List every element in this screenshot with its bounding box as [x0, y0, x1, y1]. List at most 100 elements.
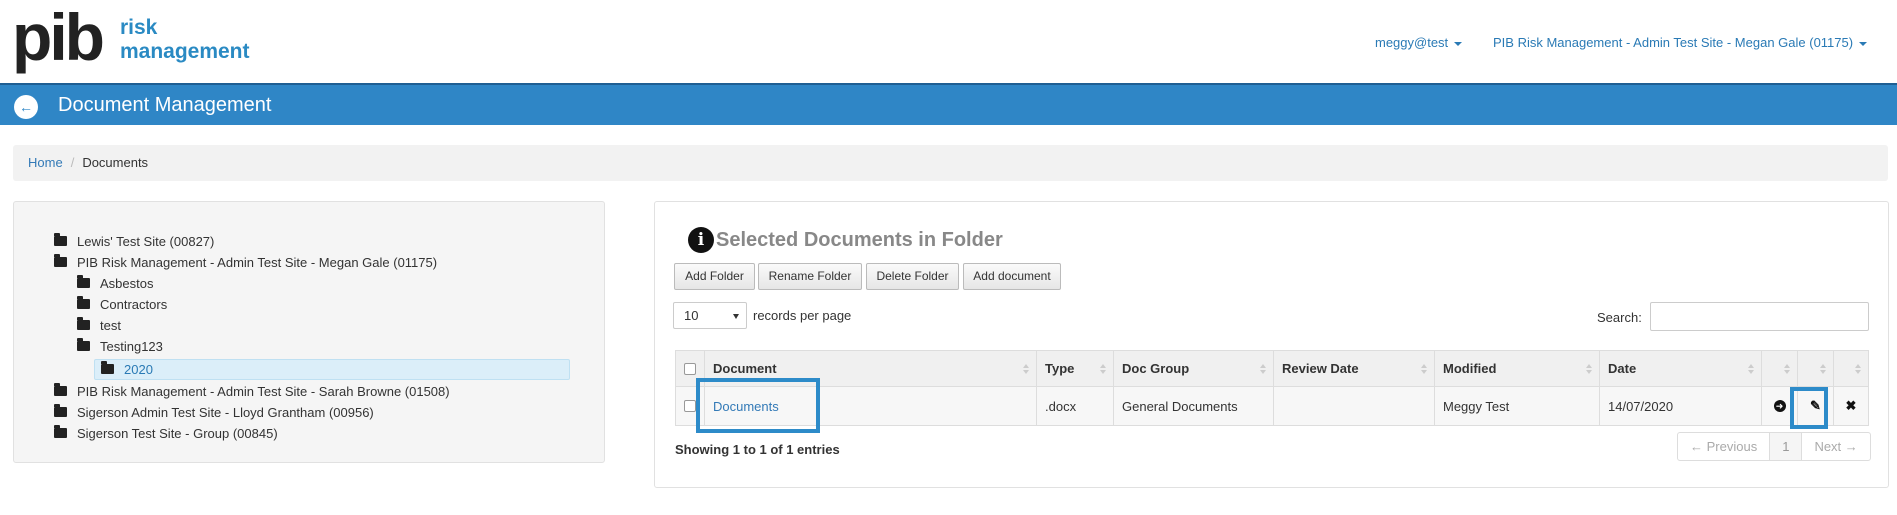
col-label: Doc Group [1122, 361, 1190, 376]
col-review-date[interactable]: Review Date [1274, 351, 1435, 386]
table-info: Showing 1 to 1 of 1 entries [675, 442, 840, 457]
breadcrumb-current: Documents [82, 155, 149, 170]
next-page-button[interactable]: Next → [1802, 433, 1869, 460]
cell-delete: ✖ [1834, 387, 1868, 425]
rename-folder-button[interactable]: Rename Folder [758, 263, 862, 290]
page-title: Document Management [58, 94, 272, 116]
panel-heading: i Selected Documents in Folder [688, 227, 1003, 253]
records-per-page-value: 10 [684, 308, 699, 323]
logo-line-1: risk [119, 16, 158, 39]
sort-icon [1421, 364, 1428, 375]
tree-item[interactable]: Asbestos [77, 274, 153, 292]
title-bar: ← Document Management [0, 83, 1897, 125]
download-arrow-icon[interactable]: ➜ [1773, 400, 1786, 412]
user-dropdown[interactable]: meggy@test [1375, 35, 1463, 50]
cell-type: .docx [1037, 387, 1114, 425]
col-date[interactable]: Date [1600, 351, 1762, 386]
sort-icon [1855, 364, 1862, 375]
tree-item[interactable]: Sigerson Admin Test Site - Lloyd Grantha… [54, 403, 374, 421]
tree-item[interactable]: Testing123 [77, 337, 163, 355]
folder-icon [77, 296, 90, 309]
logo-mark: pib [12, 0, 105, 74]
table-header-row: Document Type Doc Group Review Date Modi… [675, 350, 1869, 387]
page-1-button[interactable]: 1 [1770, 433, 1803, 460]
col-label: Document [713, 361, 777, 376]
cell-review-date [1274, 387, 1435, 425]
tree-item[interactable]: test [77, 316, 121, 334]
tree-item-label: PIB Risk Management - Admin Test Site - … [77, 383, 450, 399]
tree-item-label: Sigerson Admin Test Site - Lloyd Grantha… [77, 404, 374, 420]
sort-icon [1023, 364, 1030, 375]
add-document-button[interactable]: Add document [963, 263, 1061, 290]
dropdown-arrow-icon [733, 314, 739, 319]
folder-icon [77, 275, 90, 288]
breadcrumb-home[interactable]: Home [28, 155, 63, 170]
tree-item-label: Testing123 [100, 338, 163, 354]
top-header: pib risk management meggy@test PIB Risk … [0, 0, 1897, 83]
user-label: meggy@test [1375, 35, 1449, 50]
edit-highlight-box [1790, 387, 1828, 429]
tree-item-label: Asbestos [100, 275, 154, 291]
row-checkbox[interactable] [684, 400, 696, 412]
document-highlight-box [696, 378, 820, 433]
tree-selection-highlight [94, 359, 570, 380]
logo-line-2: management [119, 40, 250, 63]
site-label: PIB Risk Management - Admin Test Site - … [1493, 35, 1854, 50]
search-input[interactable] [1650, 302, 1869, 331]
tree-item-selected[interactable]: 2020 [101, 360, 153, 378]
table-row: Documents .docx General Documents Meggy … [675, 387, 1869, 426]
col-label: Type [1045, 361, 1075, 376]
tree-item[interactable]: Contractors [77, 295, 167, 313]
logo-text: risk management [120, 16, 250, 64]
tree-item-label: Sigerson Test Site - Group (00845) [77, 425, 278, 441]
col-action-3[interactable] [1834, 351, 1868, 386]
cell-date: 14/07/2020 [1600, 387, 1762, 425]
col-modified[interactable]: Modified [1435, 351, 1600, 386]
col-action-1[interactable] [1762, 351, 1798, 386]
col-label: Date [1608, 361, 1637, 376]
folder-icon [77, 317, 90, 330]
close-delete-icon[interactable]: ✖ [1846, 398, 1857, 414]
tree-item-label: PIB Risk Management - Admin Test Site - … [77, 254, 438, 270]
caret-down-icon [1859, 41, 1868, 46]
panel-title: Selected Documents in Folder [716, 228, 1003, 251]
col-label: Review Date [1282, 361, 1359, 376]
pagination: ← Previous 1 Next → [1677, 432, 1871, 461]
tree-item[interactable]: PIB Risk Management - Admin Test Site - … [54, 253, 437, 271]
previous-page-button[interactable]: ← Previous [1678, 433, 1771, 460]
folder-icon [101, 361, 114, 374]
tree-item[interactable]: PIB Risk Management - Admin Test Site - … [54, 382, 450, 400]
sort-icon [1100, 364, 1107, 375]
caret-down-icon [1454, 41, 1463, 46]
folder-icon [54, 404, 67, 417]
sort-icon [1586, 364, 1593, 375]
delete-folder-button[interactable]: Delete Folder [866, 263, 959, 290]
records-per-page-label: records per page [753, 308, 852, 323]
tree-item[interactable]: Lewis' Test Site (00827) [54, 232, 214, 250]
info-icon: i [688, 227, 714, 253]
select-all-checkbox[interactable] [684, 362, 696, 375]
search-label: Search: [1597, 310, 1642, 325]
cell-modified: Meggy Test [1435, 387, 1600, 425]
back-arrow-icon[interactable]: ← [14, 95, 38, 119]
tree-item[interactable]: Sigerson Test Site - Group (00845) [54, 424, 278, 442]
folder-icon [54, 425, 67, 438]
col-type[interactable]: Type [1037, 351, 1114, 386]
tree-item-label: Contractors [100, 296, 168, 312]
tree-item-label: test [100, 317, 121, 333]
col-doc-group[interactable]: Doc Group [1114, 351, 1274, 386]
site-dropdown[interactable]: PIB Risk Management - Admin Test Site - … [1493, 35, 1868, 50]
folder-open-icon [54, 254, 67, 267]
add-folder-button[interactable]: Add Folder [674, 263, 755, 290]
col-action-2[interactable] [1798, 351, 1834, 386]
folder-icon [54, 233, 67, 246]
sort-icon [1820, 364, 1827, 375]
folder-open-icon [77, 338, 90, 351]
breadcrumb-separator: / [70, 155, 75, 170]
tree-item-label: 2020 [124, 361, 153, 377]
records-per-page-select[interactable]: 10 [673, 302, 747, 329]
col-label: Modified [1443, 361, 1497, 376]
tree-item-label: Lewis' Test Site (00827) [77, 233, 215, 249]
cell-doc-group: General Documents [1114, 387, 1274, 425]
pib-logo[interactable]: pib risk management [12, 0, 250, 74]
